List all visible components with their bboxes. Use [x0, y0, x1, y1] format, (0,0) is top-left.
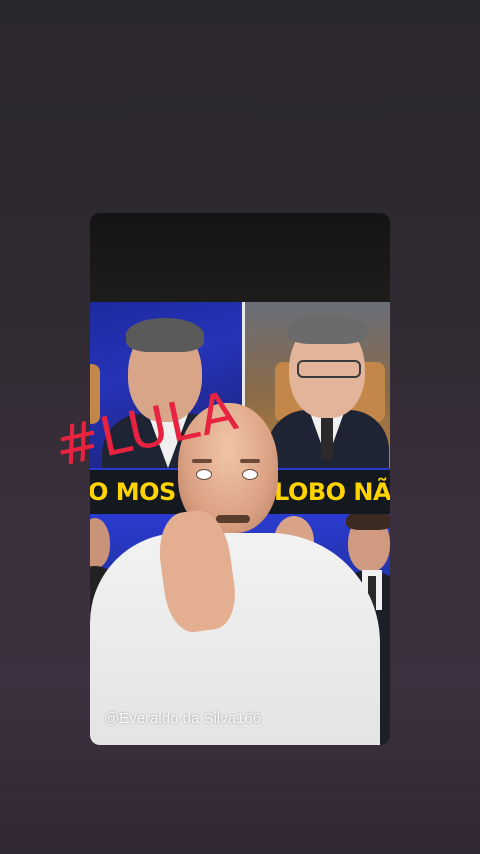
- video-top-dark-area: [90, 213, 390, 302]
- story-video-card[interactable]: O MOS LOBO NÃO @Everaldo da Silva166: [90, 213, 390, 745]
- creator-watermark: @Everaldo da Silva166: [104, 710, 261, 727]
- left-man-hair: [126, 318, 204, 352]
- presenter-right-brow: [240, 459, 260, 463]
- glasses-icon: [297, 360, 361, 378]
- presenter-left-eye: [196, 469, 212, 480]
- presenter-mustache: [216, 515, 250, 523]
- presenter-left-brow: [192, 459, 212, 463]
- right-man-hair: [287, 314, 367, 344]
- presenter-right-eye: [242, 469, 258, 480]
